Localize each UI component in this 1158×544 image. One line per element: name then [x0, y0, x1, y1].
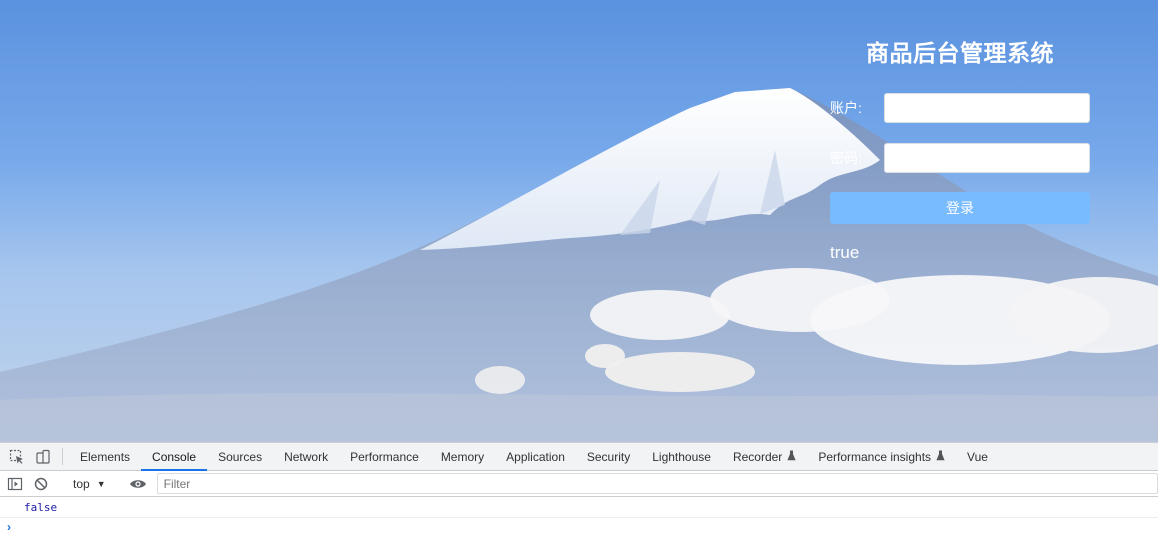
login-button[interactable]: 登录	[830, 192, 1090, 224]
tab-network[interactable]: Network	[273, 443, 339, 470]
console-filter-input[interactable]	[161, 475, 1157, 492]
console-prompt[interactable]: ›	[0, 518, 1158, 536]
dropdown-caret-icon: ▼	[96, 478, 106, 489]
tab-label: Elements	[80, 449, 131, 464]
tab-label: Lighthouse	[652, 449, 711, 464]
console-filter[interactable]	[156, 473, 1158, 494]
tab-lighthouse[interactable]: Lighthouse	[641, 443, 722, 470]
password-label: 密码:	[830, 150, 862, 166]
prompt-chevron-icon: ›	[7, 520, 11, 534]
login-result-text: true	[830, 243, 860, 262]
tab-label: Memory	[440, 449, 485, 464]
tab-label: Recorder	[732, 449, 783, 464]
live-expression-icon[interactable]	[125, 478, 151, 490]
tab-label: Vue	[967, 449, 988, 464]
password-row: 密码:	[830, 142, 1090, 174]
tab-label: Network	[284, 449, 329, 464]
tab-sources[interactable]: Sources	[207, 443, 273, 470]
context-selector[interactable]: top ▼	[67, 477, 112, 491]
tab-application[interactable]: Application	[495, 443, 576, 470]
tab-label: Performance insights	[818, 449, 932, 464]
tab-label: Application	[506, 449, 565, 464]
tab-vue[interactable]: Vue	[956, 443, 999, 470]
account-row: 账户:	[830, 92, 1090, 124]
device-toolbar-icon[interactable]	[30, 443, 56, 470]
tab-console[interactable]: Console	[141, 443, 208, 471]
console-toolbar: top ▼	[0, 471, 1158, 497]
context-selector-label: top	[73, 476, 90, 491]
tab-elements[interactable]: Elements	[69, 443, 141, 470]
console-log-entry: false	[0, 497, 1158, 518]
login-title: 商品后台管理系统	[866, 40, 1054, 66]
page-viewport: 商品后台管理系统 账户: 密码: 登录 true	[0, 0, 1158, 442]
inspect-element-icon[interactable]	[4, 443, 30, 470]
devtools-tabbar: Elements Console Sources Network Performance…	[0, 442, 1158, 471]
flask-icon	[936, 450, 945, 464]
tab-label: Security	[586, 449, 631, 464]
console-log-value: false	[24, 500, 58, 514]
devtools-panel: Elements Console Sources Network Performance…	[0, 442, 1158, 544]
tab-security[interactable]: Security	[576, 443, 641, 470]
password-input[interactable]	[884, 143, 1090, 173]
flask-icon	[787, 450, 796, 464]
clear-console-icon[interactable]	[28, 477, 54, 491]
tabbar-divider	[62, 448, 63, 465]
tab-performance-insights[interactable]: Performance insights	[807, 443, 956, 470]
tab-label: Performance	[350, 449, 419, 464]
tab-recorder[interactable]: Recorder	[722, 443, 807, 470]
tab-performance[interactable]: Performance	[339, 443, 430, 470]
login-form: 商品后台管理系统 账户: 密码: 登录 true	[830, 30, 1090, 263]
tab-memory[interactable]: Memory	[430, 443, 495, 470]
tab-label: Sources	[218, 449, 263, 464]
account-input[interactable]	[884, 93, 1090, 123]
console-sidebar-icon[interactable]	[2, 476, 28, 492]
devtools-tabs: Elements Console Sources Network Performance…	[69, 443, 999, 471]
tab-label: Console	[152, 449, 197, 464]
account-label: 账户:	[830, 100, 862, 116]
